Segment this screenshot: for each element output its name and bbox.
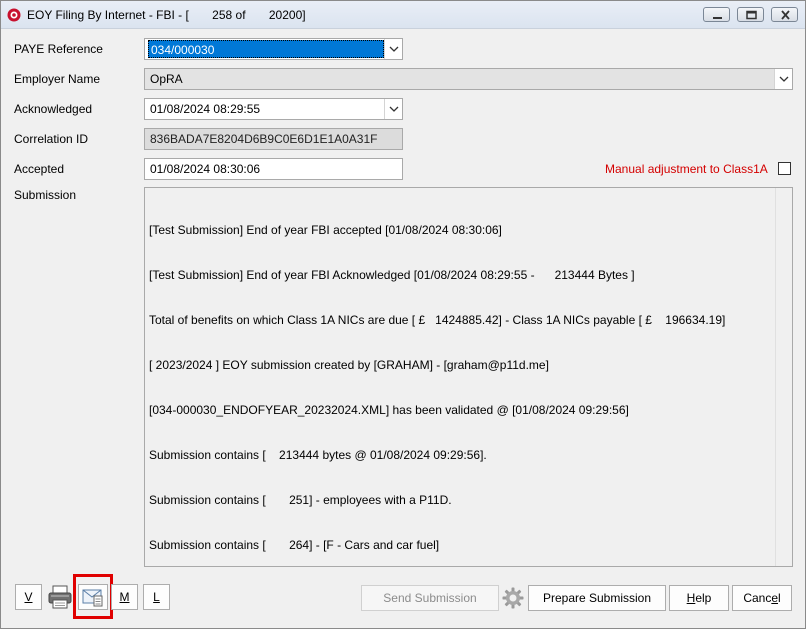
acknowledged-dropdown-button[interactable] [384, 99, 402, 119]
chevron-down-icon [389, 106, 399, 112]
minimize-button[interactable] [703, 7, 730, 22]
log-line: [Test Submission] End of year FBI accept… [149, 223, 502, 237]
manual-adjustment-checkbox[interactable] [778, 162, 791, 175]
prepare-submission-button[interactable]: Prepare Submission [528, 585, 666, 611]
cancel-button-label: Cancel [743, 591, 780, 605]
submission-label: Submission [14, 188, 77, 202]
v-button[interactable]: V [15, 584, 42, 610]
log-line: [ 2023/2024 ] EOY submission created by … [149, 358, 549, 372]
employer-name-value: OpRA [150, 72, 183, 86]
l-button-label: L [153, 590, 160, 604]
accepted-field[interactable]: 01/08/2024 08:30:06 [144, 158, 403, 180]
accepted-value: 01/08/2024 08:30:06 [150, 162, 261, 176]
send-submission-button[interactable]: Send Submission [361, 585, 499, 611]
correlation-id-field[interactable]: 836BADA7E8204D6B9C0E6D1E1A0A31F [144, 128, 403, 150]
correlation-id-label: Correlation ID [14, 132, 89, 146]
log-line: Total of benefits on which Class 1A NICs… [149, 313, 726, 327]
acknowledged-combo[interactable]: 01/08/2024 08:29:55 [144, 98, 403, 120]
settings-button[interactable] [501, 586, 525, 610]
close-icon [781, 10, 790, 20]
submission-log[interactable]: [Test Submission] End of year FBI accept… [144, 187, 793, 567]
paye-reference-label: PAYE Reference [14, 42, 103, 56]
maximize-button[interactable] [737, 7, 764, 22]
acknowledged-value: 01/08/2024 08:29:55 [150, 102, 261, 116]
paye-reference-combo[interactable]: 034/000030 [144, 38, 403, 60]
print-button[interactable] [47, 583, 73, 611]
help-button-label: Help [687, 591, 712, 605]
maximize-icon [746, 10, 757, 20]
app-logo-icon [7, 8, 21, 22]
log-line: Submission contains [ 264] - [F - Cars a… [149, 538, 440, 552]
window-title: EOY Filing By Internet - FBI - [ 258 of … [27, 8, 306, 22]
paye-reference-value: 034/000030 [148, 40, 384, 58]
log-line: Submission contains [ 251] - employees w… [149, 493, 452, 507]
help-button[interactable]: Help [669, 585, 729, 611]
l-button[interactable]: L [143, 584, 170, 610]
employer-name-label: Employer Name [14, 72, 101, 86]
log-line: [034-000030_ENDOFYEAR_20232024.XML] has … [149, 403, 629, 417]
m-button-label: M [119, 590, 130, 604]
vertical-scrollbar[interactable] [775, 188, 792, 566]
close-button[interactable] [771, 7, 798, 22]
help-label-part: elp [695, 591, 712, 605]
minimize-icon [713, 17, 722, 19]
paye-dropdown-button[interactable] [384, 39, 402, 59]
cancel-label-part: Canc [743, 591, 772, 605]
log-line: Submission contains [ 213444 bytes @ 01/… [149, 448, 487, 462]
accepted-label: Accepted [14, 162, 65, 176]
submission-log-text: [Test Submission] End of year FBI accept… [149, 193, 770, 583]
cancel-button[interactable]: Cancel [732, 585, 792, 611]
m-button[interactable]: M [111, 584, 138, 610]
employer-name-combo[interactable]: OpRA [144, 68, 793, 90]
employer-dropdown-button[interactable] [774, 69, 792, 89]
printer-icon [48, 585, 72, 609]
v-button-label: V [24, 590, 33, 604]
cancel-label-accel: e [771, 591, 779, 605]
cancel-label-part: l [778, 591, 781, 605]
correlation-id-value: 836BADA7E8204D6B9C0E6D1E1A0A31F [150, 132, 378, 146]
eoy-filing-window: EOY Filing By Internet - FBI - [ 258 of … [0, 0, 806, 629]
chevron-down-icon [389, 46, 399, 52]
manual-adjustment-label: Manual adjustment to Class1A [605, 162, 768, 176]
log-line: [Test Submission] End of year FBI Acknow… [149, 268, 635, 282]
title-bar[interactable]: EOY Filing By Internet - FBI - [ 258 of … [1, 1, 805, 29]
gear-icon [502, 587, 524, 609]
acknowledged-label: Acknowledged [14, 102, 93, 116]
highlight-box [73, 574, 113, 619]
chevron-down-icon [779, 76, 789, 82]
